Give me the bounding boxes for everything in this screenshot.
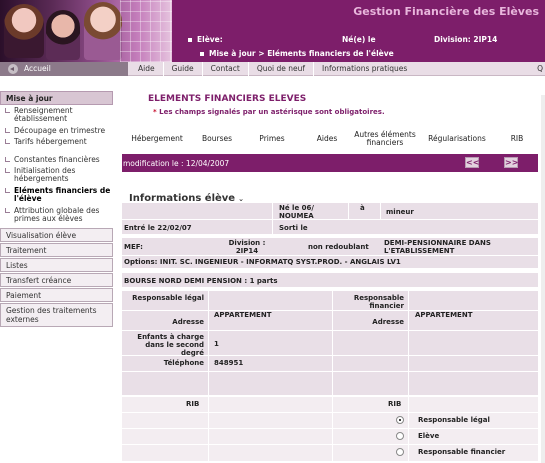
telephone-label: Téléphone	[163, 359, 204, 367]
regime-value: DEMI-PENSIONNAIRE DANS L'ETABLISSEMENT	[384, 239, 491, 255]
redoublant-value: non redoublant	[308, 243, 369, 251]
tab-hebergement[interactable]: Hébergement	[122, 134, 192, 144]
division-value: Division : 2IP14	[228, 239, 266, 255]
resp-legal-label: Responsable légal	[132, 294, 204, 302]
modification-date: modification le : 12/04/2007	[123, 158, 230, 168]
tab-autres-elements[interactable]: Autres éléments financiers	[352, 130, 418, 148]
adresse-label-legal: Adresse	[172, 318, 204, 326]
radio-responsable-financier[interactable]	[396, 448, 404, 456]
adresse-legal-value: APPARTEMENT	[214, 311, 272, 319]
nav-link-contact[interactable]: Contact	[201, 61, 248, 76]
top-navigation: Accueil Aide Guide Contact Quoi de neuf …	[0, 61, 545, 76]
mineur-value: mineur	[386, 208, 414, 216]
radio-label-eleve: Elève	[418, 432, 440, 440]
sidebar-item-renseignement[interactable]: Renseignement établissement	[0, 106, 113, 124]
tab-primes[interactable]: Primes	[242, 134, 302, 144]
sidebar-visualisation-eleve[interactable]: Visualisation élève	[0, 228, 113, 243]
breadcrumb: Mise à jour > Eléments financiers de l'é…	[200, 49, 394, 58]
radio-eleve[interactable]	[396, 432, 404, 440]
radio-responsable-legal[interactable]	[396, 416, 404, 424]
exit-date: Sorti le	[279, 224, 308, 232]
enfants-value: 1	[214, 340, 219, 348]
sidebar-submenu: Renseignement établissement Découpage en…	[0, 105, 113, 227]
sidebar-listes[interactable]: Listes	[0, 258, 113, 273]
sidebar-transfert-creance[interactable]: Transfert créance	[0, 273, 113, 288]
division-label: Division: 2IP14	[434, 35, 498, 44]
sidebar-gestion-traitements[interactable]: Gestion des traitements externes	[0, 303, 113, 328]
entry-date: Entré le 22/02/07	[124, 224, 192, 232]
sidebar-item-elements-financiers[interactable]: Eléments financiers de l'élève	[0, 186, 113, 204]
chevron-down-icon: ⌄	[238, 195, 244, 203]
birthdate-value: Né le 06/	[279, 204, 314, 212]
header-banner-image	[0, 0, 172, 62]
birthplace-value: NOUMEA	[279, 212, 314, 220]
app-header: Gestion Financière des Elèves Elève: Né(…	[0, 0, 545, 62]
resp-financier-label: Responsable financier	[353, 294, 404, 310]
sidebar-item-tarifs[interactable]: Tarifs hébergement	[0, 137, 113, 146]
adresse-label-financier: Adresse	[372, 318, 404, 326]
nav-link-aide[interactable]: Aide	[128, 62, 163, 76]
radio-label-responsable-legal: Responsable légal	[418, 416, 490, 424]
home-button[interactable]: Accueil	[0, 61, 128, 76]
required-note-text: Les champs signalés par un astérisque so…	[159, 108, 385, 116]
options-value: Options: INIT. SC. INGENIEUR - INFORMATQ…	[124, 258, 401, 266]
modification-bar: modification le : 12/04/2007 << >>	[122, 154, 538, 172]
adresse-financier-value: APPARTEMENT	[415, 311, 473, 319]
sidebar-item-attribution-primes[interactable]: Attribution globale des primes aux élève…	[0, 206, 113, 224]
enfants-label: Enfants à charge dans le second degré	[137, 333, 204, 357]
breadcrumb-current: Eléments financiers de l'élève	[267, 49, 394, 58]
home-label: Accueil	[24, 64, 51, 73]
bullet-icon	[200, 52, 204, 56]
back-arrow-icon	[8, 63, 18, 74]
tab-bourses[interactable]: Bourses	[192, 134, 242, 144]
rib-label-right: RIB	[388, 400, 402, 408]
nav-link-guide[interactable]: Guide	[162, 61, 202, 76]
sidebar-section-mise-a-jour[interactable]: Mise à jour	[0, 91, 113, 105]
birthplace-a: à	[360, 204, 365, 212]
info-row-birth	[122, 203, 538, 219]
rib-label-left: RIB	[186, 400, 200, 408]
breadcrumb-separator: >	[258, 49, 265, 58]
nav-link-informations-pratiques[interactable]: Informations pratiques	[313, 61, 415, 76]
bourse-value: BOURSE NORD DEMI PENSION : 1 parts	[124, 277, 278, 285]
nav-link-truncated[interactable]: Q	[529, 62, 545, 76]
birthdate-label: Né(e) le	[342, 35, 376, 44]
sidebar-traitement[interactable]: Traitement	[0, 243, 113, 258]
previous-button[interactable]: <<	[465, 157, 479, 168]
sidebar: Mise à jour Renseignement établissement …	[0, 91, 113, 328]
sidebar-item-decoupage[interactable]: Découpage en trimestre	[0, 126, 113, 135]
page-title: ELEMENTS FINANCIERS ELEVES	[148, 94, 307, 104]
tab-rib[interactable]: RIB	[496, 134, 538, 144]
telephone-value: 848951	[214, 359, 244, 367]
sidebar-item-constantes[interactable]: Constantes financières	[0, 155, 113, 164]
breadcrumb-root[interactable]: Mise à jour	[209, 49, 256, 58]
tab-bar: Hébergement Bourses Primes Aides Autres …	[122, 124, 538, 154]
tab-regularisations[interactable]: Régularisations	[418, 134, 496, 144]
sidebar-paiement[interactable]: Paiement	[0, 288, 113, 303]
sidebar-item-initialisation[interactable]: Initialisation des hébergements	[0, 166, 113, 184]
required-star: *	[153, 108, 157, 116]
vertical-scrollbar[interactable]	[541, 95, 545, 463]
mef-label: MEF:	[124, 243, 143, 251]
next-button[interactable]: >>	[504, 157, 518, 168]
bullet-icon	[188, 38, 192, 42]
required-note: * Les champs signalés par un astérisque …	[153, 108, 385, 116]
nav-link-quoi-de-neuf[interactable]: Quoi de neuf	[247, 61, 313, 76]
app-title: Gestion Financière des Elèves	[353, 5, 539, 18]
eleve-label: Elève:	[188, 35, 223, 44]
radio-label-responsable-financier: Responsable financier	[418, 448, 506, 456]
tab-aides[interactable]: Aides	[302, 134, 352, 144]
